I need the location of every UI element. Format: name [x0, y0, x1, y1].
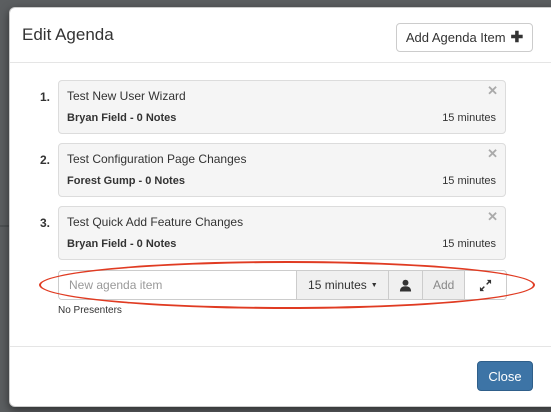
- add-agenda-item-label: Add Agenda Item: [405, 30, 506, 45]
- plus-icon: ✚: [510, 29, 524, 46]
- agenda-item-presenter: Bryan Field - 0 Notes: [67, 112, 177, 124]
- expand-icon: [479, 279, 492, 291]
- agenda-item-title: Test Quick Add Feature Changes: [67, 215, 244, 229]
- agenda-item-duration: 15 minutes: [442, 112, 496, 124]
- add-agenda-item-button[interactable]: Add Agenda Item ✚: [396, 23, 533, 52]
- agenda-item-presenter: Bryan Field - 0 Notes: [67, 238, 177, 250]
- no-presenters-text: No Presenters: [58, 305, 122, 316]
- new-agenda-item-row: 15 minutes ▼ Add: [58, 270, 507, 300]
- close-button[interactable]: Close: [477, 361, 533, 391]
- agenda-item-title: Test New User Wizard: [67, 89, 186, 103]
- select-presenter-button[interactable]: [388, 271, 423, 299]
- duration-dropdown-label: 15 minutes: [308, 278, 367, 292]
- agenda-item-presenter: Forest Gump - 0 Notes: [67, 175, 185, 187]
- agenda-item-number: 1.: [40, 90, 51, 104]
- remove-icon[interactable]: ✕: [487, 209, 498, 225]
- edit-agenda-modal: Edit Agenda Add Agenda Item ✚ 1. Test Ne…: [9, 7, 551, 407]
- modal-title: Edit Agenda: [22, 25, 114, 44]
- modal-footer: Close: [10, 346, 551, 406]
- new-agenda-item-input[interactable]: [59, 271, 297, 299]
- caret-down-icon: ▼: [370, 282, 378, 289]
- agenda-item-card[interactable]: Test Quick Add Feature Changes Bryan Fie…: [58, 206, 506, 260]
- agenda-item-card[interactable]: Test Configuration Page Changes Forest G…: [58, 143, 506, 197]
- agenda-item-duration: 15 minutes: [442, 175, 496, 187]
- agenda-item-number: 3.: [40, 216, 51, 230]
- duration-dropdown[interactable]: 15 minutes ▼: [296, 271, 389, 299]
- user-icon: [400, 279, 412, 292]
- agenda-item-card[interactable]: Test New User Wizard Bryan Field - 0 Not…: [58, 80, 506, 134]
- expand-button[interactable]: [464, 271, 506, 299]
- remove-icon[interactable]: ✕: [487, 146, 498, 162]
- remove-icon[interactable]: ✕: [487, 83, 498, 99]
- agenda-item-title: Test Configuration Page Changes: [67, 152, 247, 166]
- agenda-item-duration: 15 minutes: [442, 238, 496, 250]
- add-button[interactable]: Add: [422, 271, 465, 299]
- modal-header: Edit Agenda Add Agenda Item ✚: [10, 8, 551, 63]
- agenda-item-number: 2.: [40, 153, 51, 167]
